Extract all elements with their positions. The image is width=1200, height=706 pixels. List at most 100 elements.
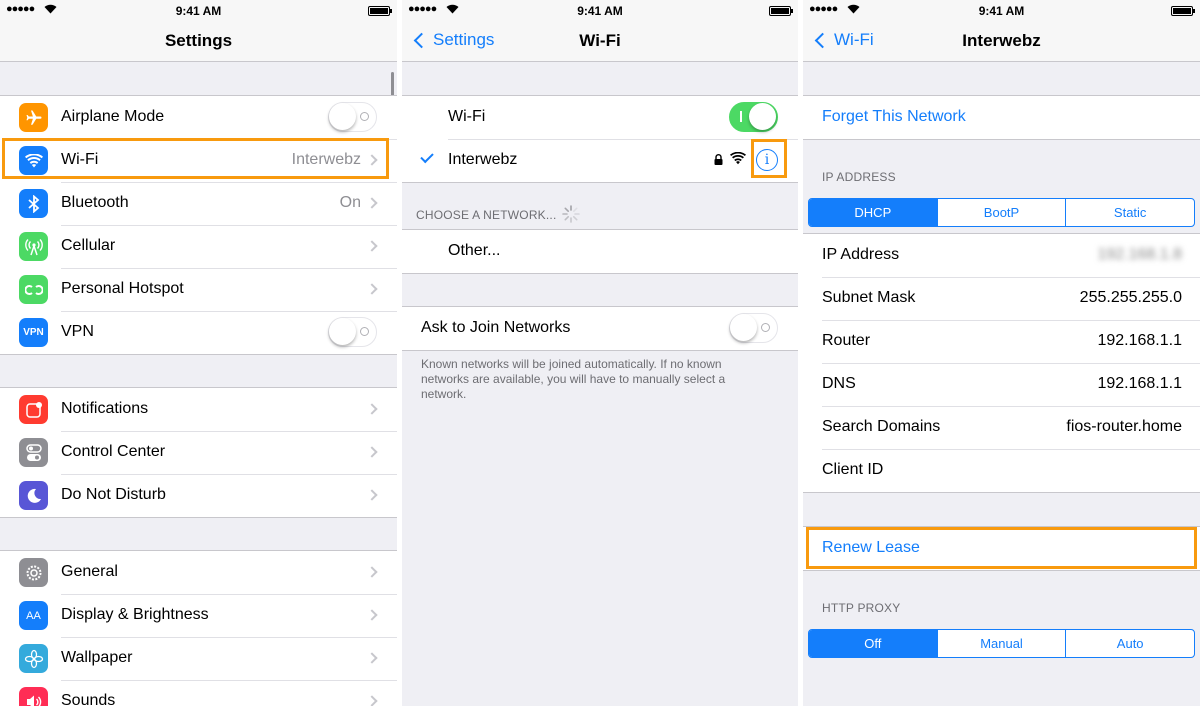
moon-icon	[19, 481, 48, 510]
detail-value: 192.168.1.8	[1097, 246, 1182, 263]
bluetooth-icon	[19, 189, 48, 218]
page-title: Interwebz	[962, 31, 1041, 50]
gear-icon	[19, 558, 48, 587]
status-time: 9:41 AM	[978, 4, 1025, 18]
row-label: Sounds	[61, 692, 116, 706]
control-center-icon	[19, 438, 48, 467]
forget-network-button[interactable]: Forget This Network	[822, 108, 966, 126]
nav-bar: Settings Wi-Fi	[402, 22, 798, 62]
wifi-toggle[interactable]	[729, 102, 778, 132]
row-label: Cellular	[61, 237, 116, 254]
settings-row-sounds[interactable]: Sounds	[0, 680, 397, 706]
detail-value: 192.168.1.1	[1097, 375, 1182, 392]
other-network-row[interactable]: Other...	[402, 230, 798, 273]
chevron-right-icon	[366, 609, 378, 621]
detail-row-dns[interactable]: DNS 192.168.1.1	[803, 363, 1200, 406]
settings-screen: ●●●●● 9:41 AM Settings Airplane Mode Wi-…	[0, 0, 397, 706]
renew-lease-row[interactable]: Renew Lease	[803, 527, 1200, 570]
ip-address-header: IP ADDRESS	[822, 170, 896, 184]
row-label: General	[61, 563, 118, 580]
nav-bar: Wi-Fi Interwebz	[803, 22, 1200, 62]
segment-static[interactable]: Static	[1065, 199, 1194, 226]
row-label: Personal Hotspot	[61, 280, 184, 297]
chevron-right-icon	[366, 154, 378, 166]
renew-lease-button[interactable]: Renew Lease	[822, 539, 920, 557]
detail-label: DNS	[822, 375, 856, 392]
settings-row-personal-hotspot[interactable]: Personal Hotspot	[0, 268, 397, 311]
battery-icon	[769, 6, 793, 16]
info-icon[interactable]: i	[756, 149, 778, 171]
wifi-network-value: Interwebz	[291, 151, 361, 168]
settings-row-display-brightness[interactable]: AA Display & Brightness	[0, 594, 397, 637]
battery-icon	[368, 6, 392, 16]
http-proxy-header: HTTP PROXY	[822, 601, 901, 615]
settings-row-airplane-mode[interactable]: Airplane Mode	[0, 96, 397, 139]
connected-network-row[interactable]: Interwebz i	[402, 139, 798, 182]
proxy-mode-segmented-control: Off Manual Auto	[808, 629, 1195, 658]
detail-value: fios-router.home	[1066, 418, 1182, 435]
detail-label: Router	[822, 332, 871, 349]
chevron-right-icon	[366, 240, 378, 252]
settings-row-wallpaper[interactable]: Wallpaper	[0, 637, 397, 680]
row-label: Airplane Mode	[61, 108, 165, 125]
ask-join-toggle[interactable]	[729, 313, 778, 343]
settings-group-connectivity: Airplane Mode Wi-Fi Interwebz Bluetooth …	[0, 95, 397, 355]
detail-row-search-domains[interactable]: Search Domains fios-router.home	[803, 406, 1200, 449]
chevron-right-icon	[366, 446, 378, 458]
detail-label: Search Domains	[822, 418, 941, 435]
ask-join-label: Ask to Join Networks	[421, 319, 571, 336]
detail-row-client-id[interactable]: Client ID	[803, 449, 1200, 492]
detail-value: 255.255.255.0	[1079, 289, 1182, 306]
row-label: Do Not Disturb	[61, 486, 166, 503]
segment-dhcp[interactable]: DHCP	[809, 199, 937, 226]
settings-row-control-center[interactable]: Control Center	[0, 431, 397, 474]
settings-row-notifications[interactable]: Notifications	[0, 388, 397, 431]
settings-row-cellular[interactable]: Cellular	[0, 225, 397, 268]
loading-spinner-icon	[562, 205, 580, 223]
segment-bootp[interactable]: BootP	[936, 199, 1066, 226]
detail-row-ip-address: IP Address 192.168.1.8	[803, 234, 1200, 277]
forget-group: Forget This Network	[803, 95, 1200, 140]
settings-row-general[interactable]: General	[0, 551, 397, 594]
other-network-group: Other...	[402, 229, 798, 274]
airplane-mode-toggle[interactable]	[328, 102, 377, 132]
wifi-group: Wi-Fi Interwebz i	[402, 95, 798, 183]
detail-row-subnet-mask: Subnet Mask 255.255.255.0	[803, 277, 1200, 320]
chevron-right-icon	[366, 695, 378, 706]
cellular-icon	[19, 232, 48, 261]
chevron-right-icon	[366, 566, 378, 578]
segment-off[interactable]: Off	[809, 630, 937, 657]
forget-network-row[interactable]: Forget This Network	[803, 96, 1200, 139]
ip-details-group: IP Address 192.168.1.8 Subnet Mask 255.2…	[803, 233, 1200, 493]
network-name: Interwebz	[448, 151, 518, 168]
airplane-icon	[19, 103, 48, 132]
settings-row-vpn[interactable]: VPN VPN	[0, 311, 397, 354]
detail-row-router: Router 192.168.1.1	[803, 320, 1200, 363]
segment-auto[interactable]: Auto	[1065, 630, 1194, 657]
chevron-right-icon	[366, 489, 378, 501]
sounds-icon	[19, 687, 48, 706]
display-icon: AA	[19, 601, 48, 630]
row-label: Notifications	[61, 400, 149, 417]
ask-join-row: Ask to Join Networks	[402, 307, 798, 350]
settings-group-system: Notifications Control Center Do Not Dist…	[0, 387, 397, 518]
detail-label: Subnet Mask	[822, 289, 916, 306]
page-title: Wi-Fi	[579, 31, 621, 50]
settings-row-bluetooth[interactable]: Bluetooth On	[0, 182, 397, 225]
nav-bar: Settings	[0, 22, 397, 62]
row-label: Wallpaper	[61, 649, 133, 666]
detail-label: Client ID	[822, 461, 884, 478]
vpn-toggle[interactable]	[328, 317, 377, 347]
wifi-label: Wi-Fi	[448, 108, 486, 125]
status-time: 9:41 AM	[577, 4, 623, 18]
renew-group: Renew Lease	[803, 526, 1200, 571]
chevron-right-icon	[366, 283, 378, 295]
ask-join-footer: Known networks will be joined automatica…	[421, 357, 726, 401]
settings-row-wifi[interactable]: Wi-Fi Interwebz	[0, 139, 397, 182]
row-label: Wi-Fi	[61, 151, 99, 168]
status-bar: ●●●●● 9:41 AM	[402, 0, 798, 22]
other-label: Other...	[448, 242, 501, 259]
segment-manual[interactable]: Manual	[936, 630, 1066, 657]
settings-row-do-not-disturb[interactable]: Do Not Disturb	[0, 474, 397, 517]
ip-mode-segmented-control: DHCP BootP Static	[808, 198, 1195, 227]
